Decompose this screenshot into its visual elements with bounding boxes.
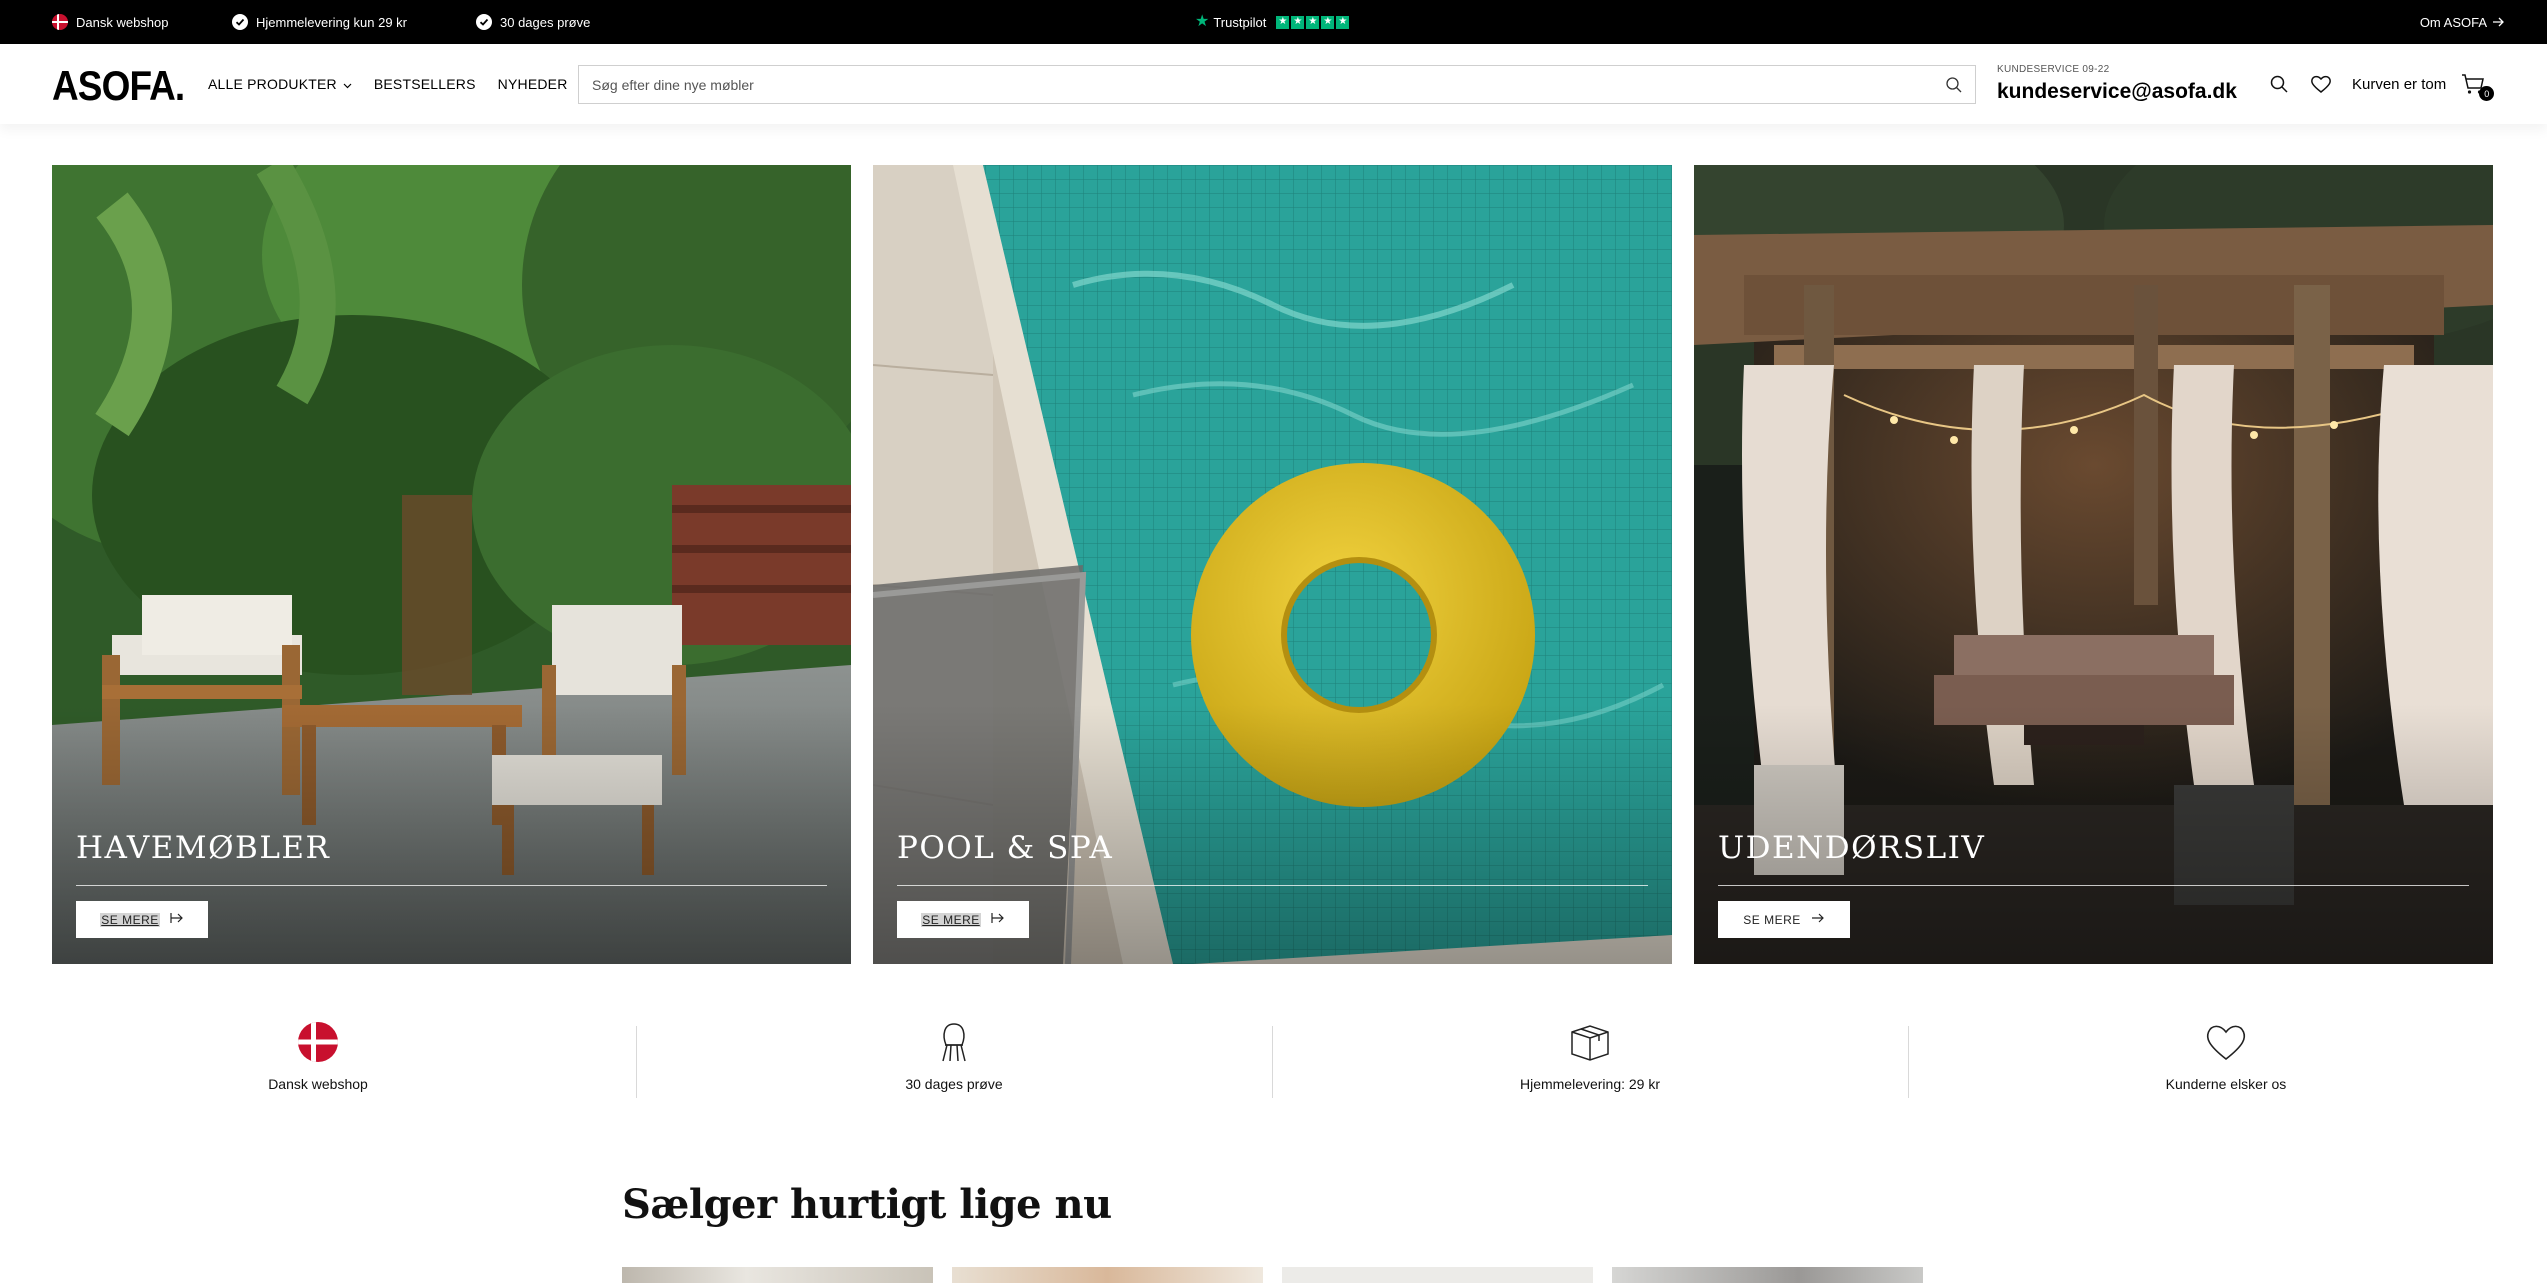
search-icon[interactable] bbox=[2268, 73, 2290, 95]
checkmark-icon bbox=[476, 14, 492, 30]
trustpilot-rating: ★ ★ ★ ★ ★ bbox=[1276, 15, 1350, 29]
trustpilot-label: Trustpilot bbox=[1213, 14, 1267, 30]
usp-item-danish-webshop: Dansk webshop bbox=[0, 1020, 636, 1100]
nav-news[interactable]: NYHEDER bbox=[498, 76, 568, 92]
nav-all-products[interactable]: ALLE PRODUKTER bbox=[208, 76, 352, 92]
category-tile-pool-spa[interactable]: POOL & SPA SE MERE bbox=[873, 165, 1672, 964]
customer-service: KUNDESERVICE 09-22 kundeservice@asofa.dk bbox=[1997, 64, 2237, 104]
tile-divider bbox=[76, 885, 827, 886]
service-hours: KUNDESERVICE 09-22 bbox=[1997, 64, 2110, 75]
danish-flag-icon bbox=[296, 1020, 340, 1064]
arrow-right-icon bbox=[991, 912, 1005, 927]
cart-count-badge: 0 bbox=[2479, 86, 2495, 101]
usp-item-delivery: Hjemmelevering: 29 kr bbox=[1272, 1020, 1908, 1100]
product-card[interactable] bbox=[622, 1267, 933, 1283]
product-card[interactable] bbox=[952, 1267, 1263, 1283]
search-icon[interactable] bbox=[1945, 76, 1963, 94]
usp-home-delivery: Hjemmelevering kun 29 kr bbox=[232, 0, 407, 44]
usp-label: Kunderne elsker os bbox=[2165, 1076, 2287, 1092]
tile-title: HAVEMØBLER bbox=[76, 830, 331, 866]
nav-label: NYHEDER bbox=[497, 76, 568, 92]
see-more-button[interactable]: SE MERE bbox=[1718, 901, 1850, 938]
see-more-button[interactable]: SE MERE bbox=[76, 901, 208, 938]
trustpilot-star-icon: ★ bbox=[1195, 13, 1210, 30]
usp-text: 30 dages prøve bbox=[500, 14, 591, 30]
product-carousel bbox=[622, 1267, 1923, 1283]
header-icons bbox=[2268, 44, 2332, 124]
about-link[interactable]: Om ASOFA bbox=[2420, 0, 2505, 44]
usp-label: 30 dages prøve bbox=[905, 1076, 1003, 1092]
cart-button[interactable]: Kurven er tom 0 bbox=[2352, 44, 2495, 124]
usp-label: Hjemmelevering: 29 kr bbox=[1519, 1076, 1661, 1092]
usp-row: Dansk webshop 30 dages prøve Hjemmelever… bbox=[0, 1020, 2547, 1100]
chair-icon bbox=[932, 1020, 976, 1064]
usp-trial: 30 dages prøve bbox=[476, 0, 590, 44]
tile-title: UDENDØRSLIV bbox=[1718, 830, 1986, 866]
cart-icon: 0 bbox=[2460, 71, 2495, 101]
nav-label: ALLE PRODUKTER bbox=[208, 76, 337, 92]
usp-text: Hjemmelevering kun 29 kr bbox=[256, 14, 408, 30]
section-title: Sælger hurtigt lige nu bbox=[622, 1181, 1112, 1228]
nav-bestsellers[interactable]: BESTSELLERS bbox=[374, 76, 476, 92]
see-more-button[interactable]: SE MERE bbox=[897, 901, 1029, 938]
site-header: ASOFA. ALLE PRODUKTER BESTSELLERS NYHEDE… bbox=[0, 44, 2547, 124]
heart-icon bbox=[2204, 1020, 2248, 1064]
category-tiles: HAVEMØBLER SE MERE POOL & SPA SE MERE UD… bbox=[52, 165, 2494, 964]
cart-label: Kurven er tom bbox=[2352, 75, 2447, 93]
usp-item-customers-love: Kunderne elsker os bbox=[1908, 1020, 2544, 1100]
search-input[interactable] bbox=[579, 66, 1975, 103]
announcement-bar: Dansk webshop Hjemmelevering kun 29 kr 3… bbox=[0, 0, 2547, 44]
heart-icon[interactable] bbox=[2310, 73, 2332, 95]
usp-label: Dansk webshop bbox=[268, 1076, 368, 1092]
star-icon: ★ bbox=[1276, 15, 1290, 29]
product-card[interactable] bbox=[1282, 1267, 1593, 1283]
product-card[interactable] bbox=[1612, 1267, 1923, 1283]
service-email[interactable]: kundeservice@asofa.dk bbox=[1997, 80, 2237, 104]
main-nav: ALLE PRODUKTER BESTSELLERS NYHEDER bbox=[208, 44, 568, 124]
tile-divider bbox=[897, 885, 1648, 886]
search-bar bbox=[578, 65, 1976, 104]
checkmark-icon bbox=[232, 14, 248, 30]
trustpilot-widget[interactable]: ★ Trustpilot ★ ★ ★ ★ ★ bbox=[1195, 0, 1350, 44]
tile-title: POOL & SPA bbox=[897, 830, 1114, 866]
box-icon bbox=[1568, 1020, 1612, 1064]
star-icon: ★ bbox=[1306, 15, 1320, 29]
usp-danish-webshop: Dansk webshop bbox=[52, 0, 169, 44]
arrow-right-icon bbox=[2493, 15, 2505, 30]
usp-item-trial: 30 dages prøve bbox=[636, 1020, 1272, 1100]
danish-flag-icon bbox=[52, 14, 68, 30]
star-icon: ★ bbox=[1291, 15, 1305, 29]
category-tile-havemobler[interactable]: HAVEMØBLER SE MERE bbox=[52, 165, 851, 964]
star-icon: ★ bbox=[1336, 15, 1350, 29]
chevron-down-icon bbox=[343, 76, 352, 92]
tile-divider bbox=[1718, 885, 2469, 886]
usp-text: Dansk webshop bbox=[76, 14, 169, 30]
arrow-right-icon bbox=[170, 912, 184, 927]
about-link-label: Om ASOFA bbox=[2419, 14, 2487, 30]
star-icon: ★ bbox=[1321, 15, 1335, 29]
button-label: SE MERE bbox=[100, 912, 160, 927]
category-tile-udendorsliv[interactable]: UDENDØRSLIV SE MERE bbox=[1694, 165, 2493, 964]
logo[interactable]: ASOFA. bbox=[52, 62, 185, 110]
button-label: SE MERE bbox=[1743, 912, 1801, 927]
arrow-right-icon bbox=[1811, 912, 1825, 927]
button-label: SE MERE bbox=[921, 912, 981, 927]
nav-label: BESTSELLERS bbox=[373, 76, 476, 92]
